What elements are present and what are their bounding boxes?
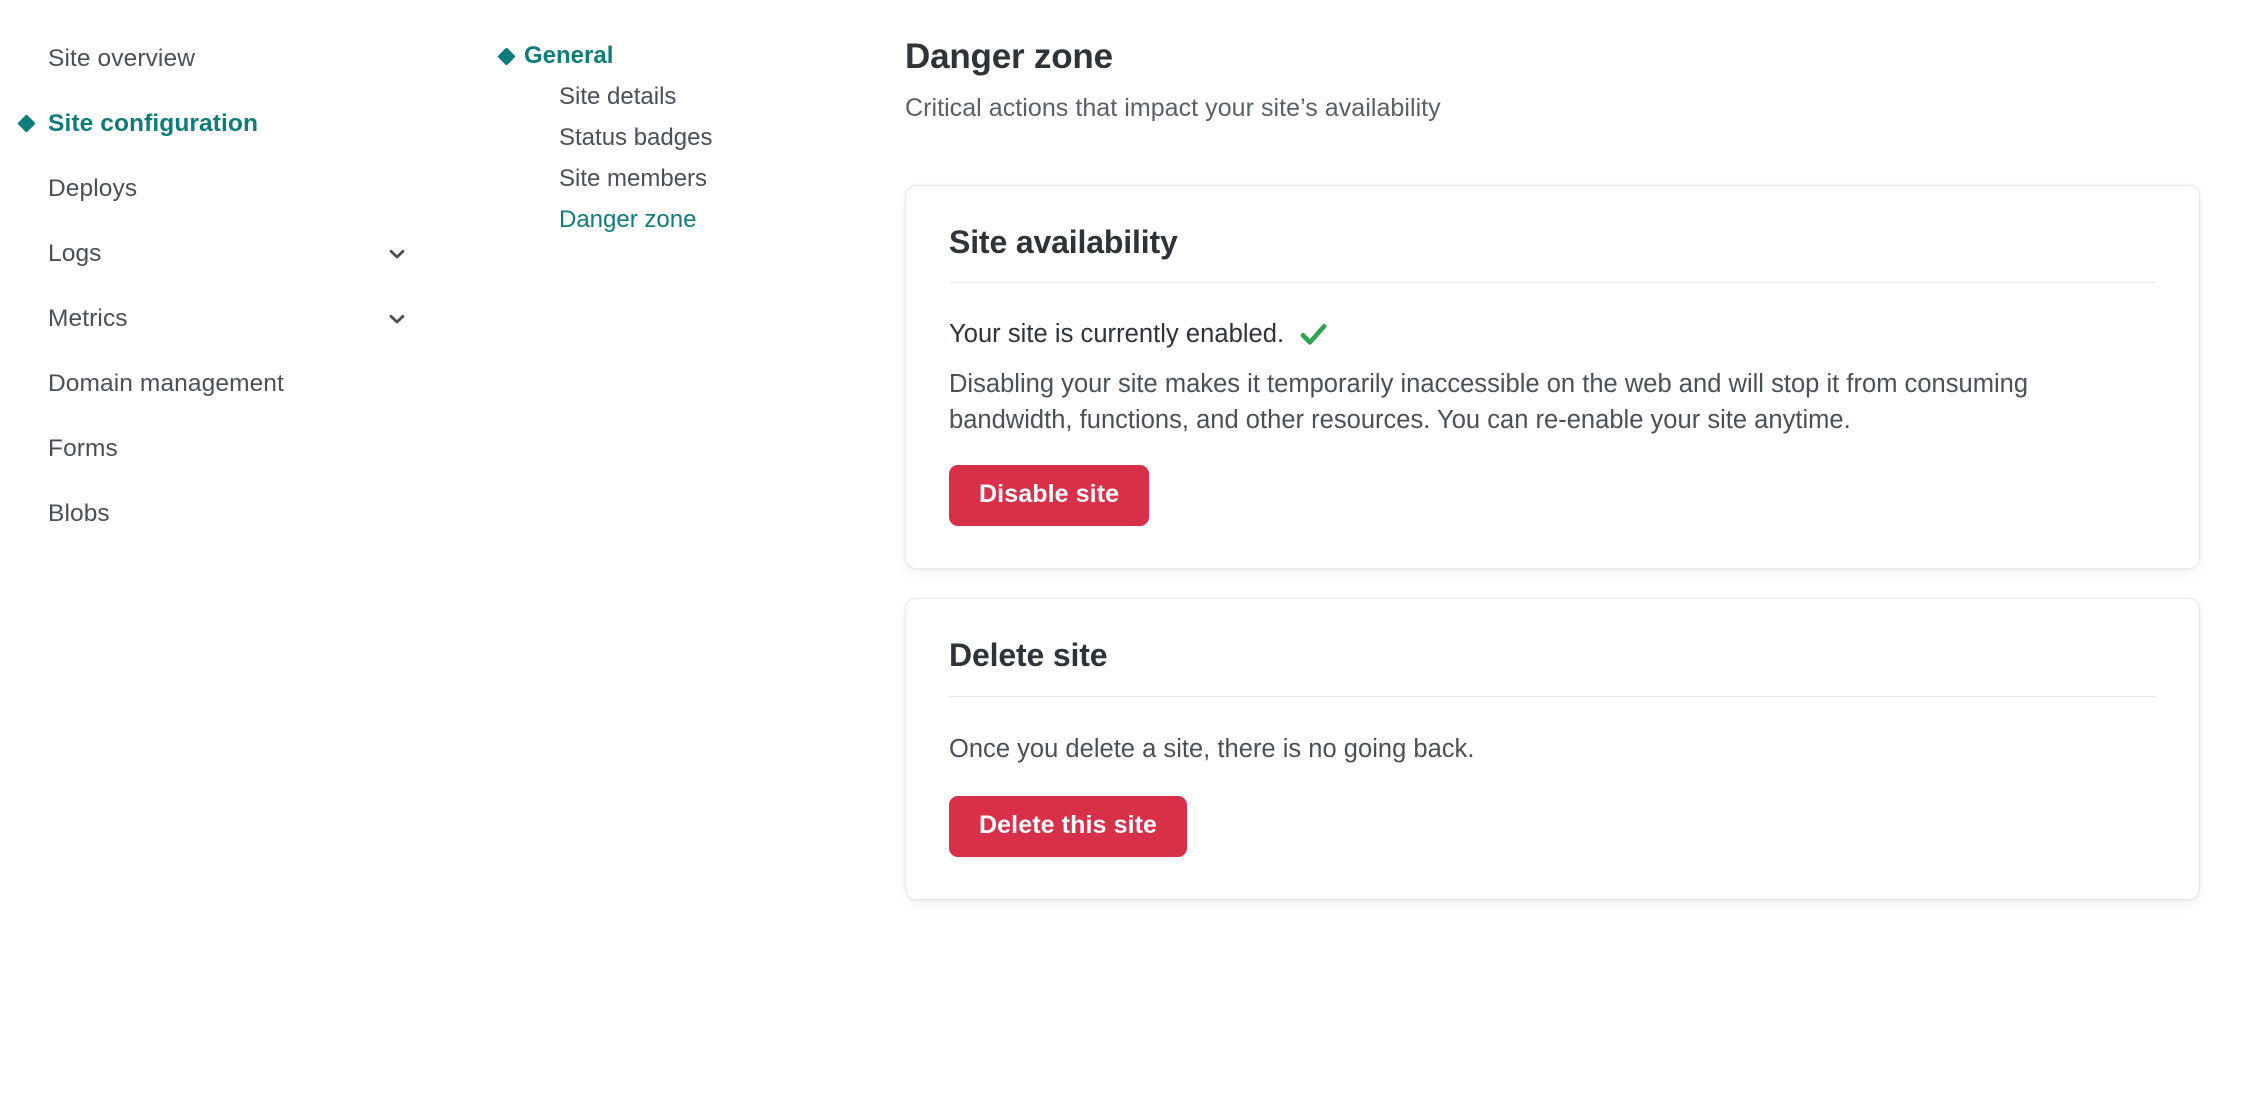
danger-zone-page: Site overview Site configuration Deploys… <box>0 0 2246 1098</box>
secondary-nav-item-label: Danger zone <box>559 206 697 233</box>
chevron-down-icon[interactable] <box>386 243 408 265</box>
site-availability-card: Site availability Your site is currently… <box>905 184 2200 569</box>
card-body-text: Once you delete a site, there is no goin… <box>949 734 1475 763</box>
primary-sidebar-nav: Site overview Site configuration Deploys… <box>0 36 430 536</box>
sidebar-item-site-configuration[interactable]: Site configuration <box>0 101 430 146</box>
page-title: Danger zone <box>905 37 1113 76</box>
disable-site-button[interactable]: Disable site <box>949 464 1150 526</box>
sidebar-item-label: Deploys <box>48 174 138 202</box>
secondary-settings-nav: General Site details Status badges Site … <box>497 36 880 240</box>
delete-site-card: Delete site Once you delete a site, ther… <box>905 597 2200 900</box>
secondary-nav-item-status-badges[interactable]: Status badges <box>500 118 880 158</box>
secondary-nav-group-general[interactable]: General <box>497 36 880 76</box>
card-heading: Delete site <box>949 636 1108 673</box>
card-divider <box>949 282 2156 284</box>
secondary-nav-item-label: Status badges <box>559 124 713 151</box>
sidebar-item-label: Metrics <box>48 304 128 332</box>
site-status-line: Your site is currently enabled. <box>949 319 2156 350</box>
chevron-down-icon[interactable] <box>386 308 408 330</box>
card-divider <box>949 695 2156 697</box>
active-diamond-icon <box>497 46 516 66</box>
sidebar-item-blobs[interactable]: Blobs <box>0 491 430 536</box>
sidebar-item-site-overview[interactable]: Site overview <box>0 36 430 81</box>
sidebar-item-label: Site configuration <box>48 109 259 137</box>
card-body-text: Disabling your site makes it temporarily… <box>949 370 2029 434</box>
secondary-nav-group-label: General <box>524 42 614 69</box>
sidebar-item-label: Blobs <box>48 499 110 527</box>
sidebar-item-domain-management[interactable]: Domain management <box>0 361 430 406</box>
main-content: Danger zone Critical actions that impact… <box>905 37 2200 900</box>
sidebar-item-forms[interactable]: Forms <box>0 426 430 471</box>
active-diamond-icon <box>17 114 36 133</box>
secondary-nav-item-site-details[interactable]: Site details <box>500 77 880 117</box>
sidebar-item-label: Domain management <box>48 369 284 397</box>
secondary-nav-item-label: Site details <box>559 83 677 110</box>
secondary-nav-item-label: Site members <box>559 165 708 192</box>
sidebar-item-label: Site overview <box>48 44 195 72</box>
page-subtitle: Critical actions that impact your site’s… <box>905 93 1441 122</box>
sidebar-item-logs[interactable]: Logs <box>0 231 430 276</box>
sidebar-item-metrics[interactable]: Metrics <box>0 296 430 341</box>
green-check-icon <box>1298 319 1329 350</box>
site-status-text: Your site is currently enabled. <box>949 320 1285 349</box>
card-heading: Site availability <box>949 223 1178 260</box>
secondary-nav-item-danger-zone[interactable]: Danger zone <box>500 200 880 240</box>
sidebar-item-label: Logs <box>48 239 102 267</box>
sidebar-item-deploys[interactable]: Deploys <box>0 166 430 211</box>
delete-this-site-button[interactable]: Delete this site <box>949 795 1188 857</box>
secondary-nav-item-site-members[interactable]: Site members <box>500 159 880 199</box>
sidebar-item-label: Forms <box>48 434 118 462</box>
